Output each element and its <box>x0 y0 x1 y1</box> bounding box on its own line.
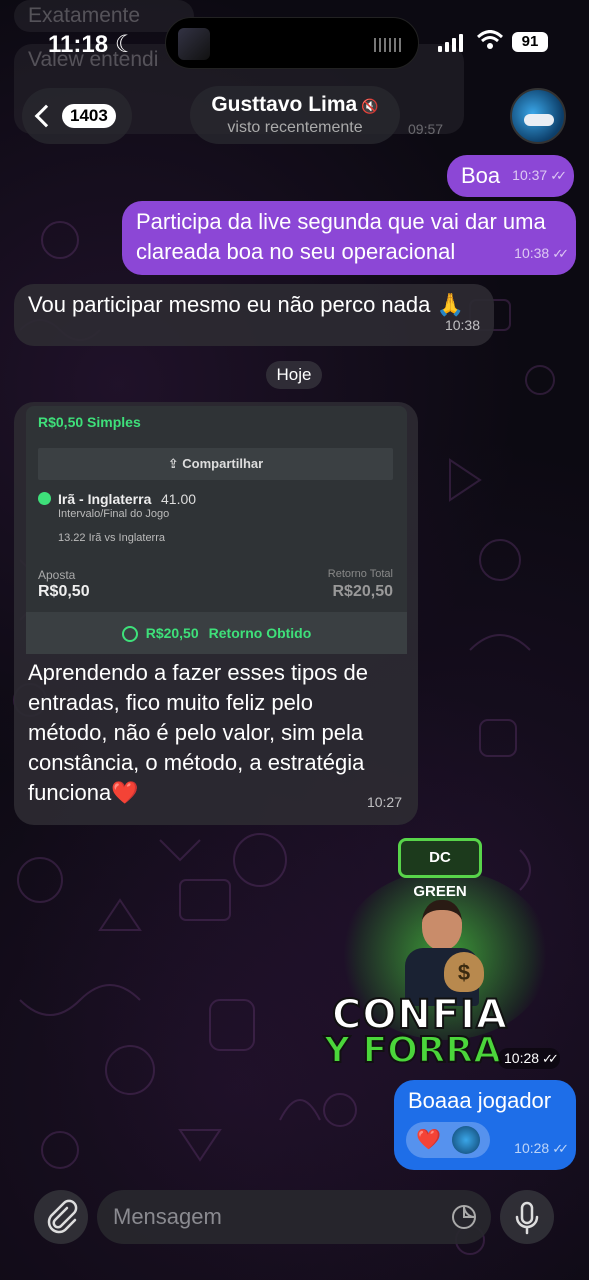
sticker-badge: DC GREEN <box>398 838 482 900</box>
contact-name: Gusttavo Lima <box>211 93 358 116</box>
message-input[interactable] <box>113 1202 433 1232</box>
check-circle-icon <box>121 626 138 643</box>
message-text: Aprendendo a fazer esses tipos de entrad… <box>28 660 369 805</box>
paperclip-icon <box>47 1199 78 1234</box>
result-bar: R$20,50 Retorno Obtido <box>26 612 407 654</box>
bet-title: R$0,50 Simples <box>38 414 141 430</box>
contact-status: visto recentemente <box>227 119 363 136</box>
result-label: Retorno Obtido <box>208 625 312 641</box>
chevron-left-icon <box>34 104 58 128</box>
status-bar: 11:18 ☾ 91 <box>0 0 589 86</box>
message-time: 10:27 <box>366 794 402 810</box>
message-meta: 10:28 ✓✓ <box>514 1140 569 1156</box>
reactor-avatar <box>452 1126 480 1154</box>
sticker-line2: Y FORRA <box>323 1029 502 1072</box>
read-check-icon: ✓✓ <box>542 1051 559 1066</box>
message-text: Participa da live segunda que vai dar um… <box>136 209 546 264</box>
sticker-message[interactable]: DC GREEN $ CONFIA Y FORRA 10:28 ✓✓ <box>320 830 570 1072</box>
message-meta: 10:38 ✓✓ <box>514 245 569 261</box>
stake-value: R$0,50 <box>38 583 90 600</box>
message-meta: 10:37 ✓✓ <box>512 167 567 183</box>
reaction-chip[interactable]: ❤️ <box>406 1122 490 1158</box>
read-check-icon: ✓✓ <box>552 1141 569 1156</box>
return-label: Retorno Total <box>327 568 393 580</box>
back-button[interactable]: 1403 <box>22 88 132 144</box>
outgoing-message[interactable]: Participa da live segunda que vai dar um… <box>122 201 576 275</box>
clock: 11:18 ☾ <box>48 31 137 58</box>
microphone-button[interactable] <box>500 1190 554 1244</box>
microphone-icon <box>515 1201 539 1235</box>
result-value: R$20,50 <box>145 625 199 641</box>
won-check-icon <box>38 492 51 505</box>
read-check-icon: ✓✓ <box>550 168 567 183</box>
incoming-message[interactable]: Vou participar mesmo eu não perco nada 🙏… <box>14 284 494 346</box>
audio-wave-icon <box>374 38 404 52</box>
share-button: ⇪ Compartilhar <box>38 448 393 480</box>
stake-label: Aposta <box>38 568 76 582</box>
battery-indicator: 91 <box>512 32 548 52</box>
chat-title[interactable]: Gusttavo Lima 🔇 visto recentemente <box>190 86 400 144</box>
attach-button[interactable] <box>34 1190 88 1244</box>
message-time: 10:38 <box>444 317 480 333</box>
return-value: R$20,50 <box>332 583 394 600</box>
ghost-time: 09:57 <box>408 121 444 137</box>
heart-reaction-icon: ❤️ <box>416 1129 441 1151</box>
sticker-icon[interactable] <box>451 1204 477 1230</box>
bet-match: Irã - Inglaterra <box>58 491 152 507</box>
media-thumbnail <box>178 28 210 60</box>
message-composer[interactable] <box>97 1190 491 1244</box>
message-text: Boaaa jogador <box>408 1088 552 1113</box>
bet-slip-image[interactable]: R$0,50 Simples ⇪ Compartilhar Irã - Ingl… <box>26 406 407 654</box>
unread-count-badge: 1403 <box>62 104 116 128</box>
dynamic-island <box>165 17 419 69</box>
read-check-icon: ✓✓ <box>552 246 569 261</box>
contact-avatar[interactable] <box>510 88 566 144</box>
outgoing-message[interactable]: Boaaa jogador ❤️ 10:28 ✓✓ <box>394 1080 576 1170</box>
share-icon: ⇪ <box>167 456 183 471</box>
moon-icon: ☾ <box>114 31 137 58</box>
outgoing-message[interactable]: Boa 10:37 ✓✓ <box>447 155 574 197</box>
muted-icon: 🔇 <box>361 98 379 114</box>
bet-market: Intervalo/Final do Jogo <box>58 508 170 520</box>
bet-event: 13.22 Irã vs Inglaterra <box>58 532 166 544</box>
date-separator: Hoje <box>266 361 322 389</box>
cellular-signal-icon <box>438 34 463 52</box>
message-text: Vou participar mesmo eu não perco nada 🙏 <box>28 292 464 317</box>
message-text: Boa <box>461 163 501 188</box>
bet-odd: 41.00 <box>161 491 197 507</box>
wifi-icon <box>477 30 503 49</box>
message-meta: 10:28 ✓✓ <box>498 1048 560 1069</box>
money-bag-icon: $ <box>444 952 484 992</box>
